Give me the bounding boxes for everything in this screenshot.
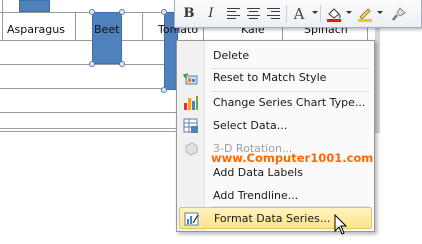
category-label: Asparagus — [7, 23, 65, 36]
mouse-cursor-icon — [334, 214, 348, 235]
menu-item-delete[interactable]: Delete — [179, 45, 372, 67]
align-center-icon[interactable] — [243, 4, 263, 23]
selection-handle[interactable] — [119, 61, 125, 67]
category-label: Beet — [94, 23, 120, 36]
menu-item-add-trendline[interactable]: Add Trendline... — [179, 185, 372, 207]
chart-gridline — [0, 88, 180, 89]
toolbar-separator — [286, 5, 287, 22]
italic-icon[interactable]: I — [201, 4, 221, 23]
menu-item-change-series-chart-type[interactable]: Change Series Chart Type... — [179, 92, 372, 114]
menu-item-label: Select Data... — [213, 119, 288, 132]
menu-item-label: Add Trendline... — [213, 189, 299, 202]
bold-label: B — [183, 6, 195, 21]
selection-handle[interactable] — [161, 87, 167, 93]
menu-item-label: Reset to Match Style — [213, 71, 327, 84]
selection-handle[interactable] — [161, 9, 167, 15]
menu-item-label: Change Series Chart Type... — [213, 96, 366, 109]
bar-beet[interactable] — [92, 12, 122, 64]
bar-asparagus[interactable] — [19, 0, 50, 12]
reset-style-icon — [182, 70, 199, 86]
mini-toolbar: B I A — [174, 0, 422, 28]
align-left-icon[interactable] — [223, 4, 243, 23]
menu-item-select-data[interactable]: Select Data... — [179, 115, 372, 137]
menu-item-label: Add Data Labels — [213, 166, 303, 179]
selection-handle[interactable] — [89, 61, 95, 67]
menu-item-reset-to-match-style[interactable]: Reset to Match Style — [179, 67, 372, 89]
chevron-down-icon[interactable] — [312, 11, 318, 14]
menu-item-label: Format Data Series... — [214, 212, 331, 225]
context-menu: Delete Reset to Match Style Change Serie… — [176, 40, 375, 232]
toolbar-separator — [320, 5, 321, 22]
format-painter-icon[interactable] — [389, 4, 409, 23]
bold-icon[interactable]: B — [179, 4, 199, 23]
selection-handle[interactable] — [89, 9, 95, 15]
chart-gridline — [0, 112, 180, 113]
select-data-icon — [183, 118, 199, 134]
chevron-down-icon[interactable] — [377, 11, 383, 14]
axis-tick — [142, 12, 143, 40]
axis-tick — [75, 12, 76, 40]
selection-handle[interactable] — [119, 9, 125, 15]
chart-type-icon — [183, 95, 199, 111]
menu-item-label: Delete — [213, 49, 250, 62]
italic-label: I — [208, 6, 214, 21]
3d-rotation-icon — [183, 141, 199, 157]
watermark-text: www.Computer1001.com — [211, 151, 374, 165]
chevron-down-icon[interactable] — [346, 11, 352, 14]
line-color-icon[interactable] — [355, 4, 375, 23]
font-color-icon[interactable]: A — [289, 4, 309, 23]
format-series-icon — [184, 211, 200, 227]
menu-item-add-data-labels[interactable]: Add Data Labels — [179, 162, 372, 184]
align-right-icon[interactable] — [263, 4, 283, 23]
font-color-label: A — [293, 4, 305, 23]
fill-color-icon[interactable] — [324, 4, 344, 23]
axis-tick — [2, 0, 3, 40]
